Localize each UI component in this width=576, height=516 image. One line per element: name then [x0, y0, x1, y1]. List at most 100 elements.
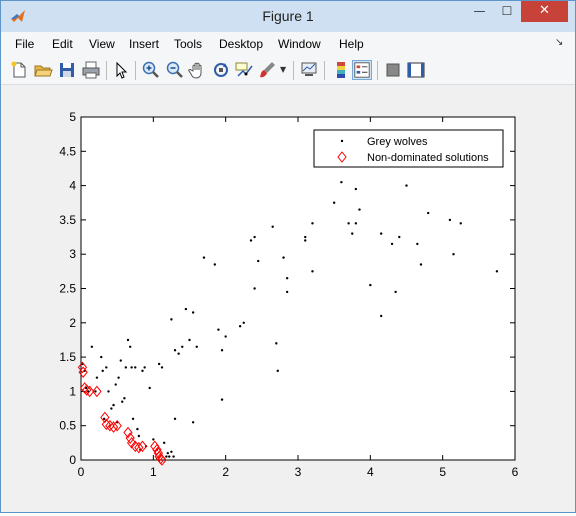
- rotate-3d-icon[interactable]: [211, 60, 231, 80]
- menu-tools[interactable]: Tools: [174, 37, 202, 51]
- new-figure-icon[interactable]: [9, 60, 29, 80]
- axes-box: [80, 116, 516, 461]
- insert-colorbar-icon[interactable]: [331, 60, 351, 80]
- grey-wolf-point: [459, 222, 462, 225]
- grey-wolf-point: [275, 342, 278, 345]
- grey-wolf-point: [137, 434, 141, 438]
- data-cursor-icon[interactable]: [234, 60, 254, 80]
- grey-wolf-point: [285, 277, 289, 280]
- legend[interactable]: Grey wolves Non-dominated solutions: [313, 129, 504, 168]
- grey-wolf-point: [177, 352, 180, 355]
- undock-arrow-icon[interactable]: ↘: [555, 37, 563, 48]
- grey-wolf-point: [332, 201, 336, 204]
- grey-wolf-point: [131, 417, 135, 421]
- grey-wolf-point: [369, 283, 372, 287]
- minimize-button[interactable]: —: [466, 1, 493, 22]
- grey-wolf-point: [124, 366, 128, 369]
- y-tick-label: 2: [69, 316, 76, 330]
- grey-wolf-point: [390, 242, 394, 246]
- grey-wolf-point: [172, 455, 175, 458]
- grey-wolf-point: [276, 369, 279, 373]
- grey-wolf-point: [101, 369, 104, 373]
- show-plot-tools-icon[interactable]: [406, 60, 426, 80]
- grey-wolf-point: [181, 345, 184, 349]
- grey-wolf-point: [134, 366, 137, 369]
- grey-wolf-point: [416, 242, 419, 246]
- zoom-out-icon[interactable]: [165, 60, 185, 80]
- grey-wolf-point: [311, 270, 314, 273]
- grey-wolf-point: [253, 287, 256, 290]
- y-tick-label: 2.5: [59, 282, 76, 296]
- grey-wolf-point: [271, 225, 274, 228]
- x-tick-label: 4: [367, 465, 374, 479]
- grey-wolf-point: [202, 256, 206, 259]
- menu-view[interactable]: View: [89, 37, 115, 51]
- brush-dropdown-arrow-icon[interactable]: ▼: [280, 65, 286, 74]
- grey-wolf-point: [354, 222, 358, 225]
- grey-wolf-point: [123, 397, 126, 400]
- grey-wolf-point: [105, 366, 108, 369]
- grey-wolf-point: [90, 345, 94, 349]
- grey-wolf-point: [162, 441, 166, 445]
- y-tick-label: 4.5: [59, 144, 76, 158]
- insert-legend-icon[interactable]: [352, 60, 372, 80]
- grey-wolf-point: [351, 232, 354, 235]
- grey-wolf-point: [213, 263, 217, 266]
- maximize-button[interactable]: ☐: [494, 1, 520, 22]
- title-bar[interactable]: Figure 1 — ☐ ✕: [1, 1, 575, 32]
- save-icon[interactable]: [57, 60, 77, 80]
- x-tick-label: 1: [150, 465, 157, 479]
- grey-wolf-point: [157, 362, 161, 366]
- figure-toolbar: ▼: [1, 56, 575, 85]
- grey-wolf-point: [173, 417, 177, 421]
- grey-wolf-point: [100, 355, 103, 359]
- grey-wolf-point: [107, 390, 110, 393]
- grey-wolf-point: [148, 386, 151, 390]
- grey-wolf-point: [102, 417, 106, 421]
- y-tick-label: 1: [69, 384, 76, 398]
- grey-wolf-point: [195, 345, 198, 349]
- grey-wolf-point: [379, 314, 383, 318]
- open-file-icon[interactable]: [33, 60, 53, 80]
- y-tick-label: 0: [69, 453, 76, 467]
- grey-wolf-point: [168, 455, 171, 458]
- grey-wolf-point: [128, 345, 132, 349]
- grey-wolf-point: [119, 359, 122, 362]
- grey-wolf-point: [495, 270, 499, 273]
- grey-wolf-point: [419, 263, 423, 266]
- close-button[interactable]: ✕: [521, 1, 568, 22]
- grey-wolf-point: [191, 311, 195, 314]
- menu-window[interactable]: Window: [278, 37, 321, 51]
- legend-marker-grey-wolves: [340, 139, 344, 143]
- pan-hand-icon[interactable]: [188, 60, 208, 80]
- menu-insert[interactable]: Insert: [129, 37, 159, 51]
- menu-bar: File Edit View Insert Tools Desktop Wind…: [1, 32, 575, 56]
- toolbar-separator: [135, 61, 136, 80]
- grey-wolf-point: [285, 290, 289, 294]
- toolbar-separator: [324, 61, 325, 80]
- toolbar-separator: [377, 61, 378, 80]
- menu-edit[interactable]: Edit: [52, 37, 73, 51]
- grey-wolf-point: [143, 366, 146, 369]
- print-icon[interactable]: [81, 60, 101, 80]
- grey-wolf-point: [184, 307, 188, 311]
- grey-wolf-point: [160, 366, 164, 369]
- grey-wolf-point: [238, 325, 242, 328]
- y-tick-label: 3.5: [59, 213, 76, 227]
- menu-desktop[interactable]: Desktop: [219, 37, 263, 51]
- menu-file[interactable]: File: [15, 37, 34, 51]
- grey-wolf-point: [379, 232, 383, 235]
- grey-wolf-point: [311, 222, 314, 225]
- zoom-in-icon[interactable]: [141, 60, 161, 80]
- brush-icon[interactable]: [257, 60, 277, 80]
- figure-canvas: 0 1 2 3 4 5 6 0 0.5 1 1.5 2 2.5 3 3.5 4 4.5 5 Grey wolves…: [1, 85, 575, 512]
- grey-wolf-point: [249, 239, 253, 242]
- menu-help[interactable]: Help: [339, 37, 364, 51]
- link-plot-icon[interactable]: [299, 60, 319, 80]
- toolbar-separator: [293, 61, 294, 80]
- grey-wolf-point: [126, 338, 130, 342]
- scatter-plot[interactable]: 0 1 2 3 4 5 6 0 0.5 1 1.5 2 2.5 3 3.5 4 4.5 5 Grey wolves…: [1, 85, 575, 512]
- hide-plot-tools-icon[interactable]: [383, 60, 403, 80]
- grey-wolf-point: [114, 383, 117, 386]
- edit-plot-arrow-icon[interactable]: [111, 60, 131, 80]
